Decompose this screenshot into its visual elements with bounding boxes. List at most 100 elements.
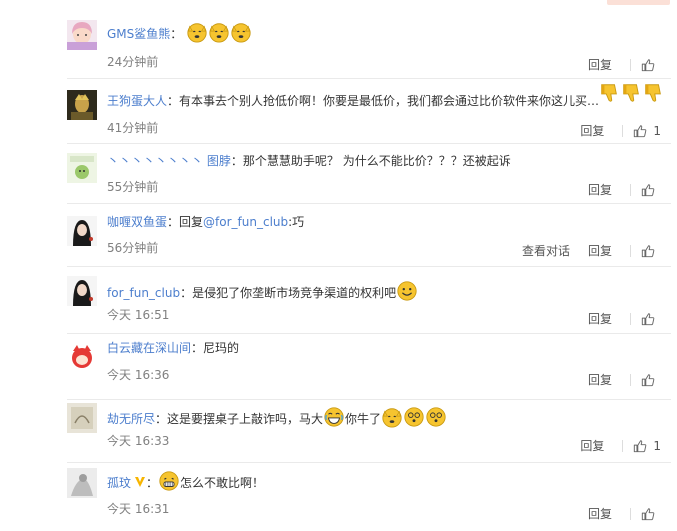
- comment-text: 这是要摆桌子上敲诈吗，马大: [167, 412, 324, 426]
- comment-item: 白云藏在深山间：尼玛的 今天 16:36 回复: [67, 333, 671, 400]
- colon: ：: [155, 412, 168, 426]
- comment-time: 56分钟前: [107, 241, 159, 255]
- username-prefix[interactable]: 丶丶丶丶丶丶丶丶: [107, 154, 203, 168]
- comment-actions: 回复: [588, 505, 661, 522]
- doge-emoji-icon: [208, 21, 230, 43]
- colon: ：: [167, 215, 180, 229]
- comment-text-line: for_fun_club：是侵犯了你垄断市场竞争渠道的权利吧: [107, 280, 418, 302]
- like-button[interactable]: [641, 58, 661, 72]
- comment-text: 那个慧慧助手呢？ 为什么不能比价？？？还被起诉: [242, 154, 511, 168]
- like-button[interactable]: 1: [633, 439, 661, 453]
- thumbs-up-icon: [633, 439, 647, 453]
- comment-actions: 回复: [588, 310, 661, 327]
- comment-time: 今天 16:31: [107, 502, 170, 516]
- thumbs-up-icon: [641, 507, 655, 521]
- username-link[interactable]: 咖喱双鱼蛋: [107, 215, 167, 229]
- like-button[interactable]: [641, 183, 661, 197]
- avatar[interactable]: [67, 20, 97, 50]
- divider: [630, 507, 631, 520]
- comment-text-after: 你牛了: [345, 412, 382, 426]
- thumbs-up-icon: [641, 58, 655, 72]
- thumbs-down-emoji-icon: [620, 82, 642, 104]
- comment-text: 回复: [179, 215, 204, 229]
- colon: ：: [170, 27, 183, 41]
- comment-item: 孤玟 ： 怎么不敢比啊！ 今天 16:31 回复: [67, 462, 671, 531]
- divider: [630, 244, 631, 257]
- username-link[interactable]: 劫无所尽: [107, 412, 155, 426]
- reply-link[interactable]: 回复: [588, 242, 612, 259]
- username-link[interactable]: 王狗蛋大人: [107, 94, 167, 108]
- like-button[interactable]: 1: [633, 124, 661, 138]
- colon: ：: [230, 154, 243, 168]
- comment-actions: 回复: [588, 56, 661, 73]
- laugh-cry-emoji-icon: [323, 406, 345, 428]
- divider: [630, 58, 631, 71]
- view-conversation-link[interactable]: 查看对话: [522, 242, 570, 259]
- username-link[interactable]: GMS鲨鱼熊: [107, 27, 170, 41]
- comment-item: GMS鲨鱼熊： 24分钟前 回复: [67, 8, 671, 79]
- avatar[interactable]: [67, 468, 97, 498]
- doge-emoji-icon: [381, 406, 403, 428]
- comment-actions: 回复 1: [580, 437, 661, 454]
- comment-text: 尼玛的: [203, 341, 240, 355]
- comment-text: 有本事去个别人抢低价啊！你要是最低价，我们都会通过比价软件来你这儿买…: [179, 94, 600, 108]
- avatar[interactable]: [67, 153, 97, 183]
- comment-item: for_fun_club：是侵犯了你垄断市场竞争渠道的权利吧 今天 16:51 …: [67, 266, 671, 334]
- avatar[interactable]: [67, 216, 97, 246]
- comment-text: 怎么不敢比啊！: [180, 476, 265, 490]
- reply-link[interactable]: 回复: [580, 122, 604, 139]
- avatar[interactable]: [67, 403, 97, 433]
- reply-link[interactable]: 回复: [580, 437, 604, 454]
- reply-link[interactable]: 回复: [588, 310, 612, 327]
- reply-link[interactable]: 回复: [588, 181, 612, 198]
- username-link[interactable]: for_fun_club: [107, 286, 180, 300]
- comment-time: 今天 16:36: [107, 368, 170, 382]
- like-button[interactable]: [641, 244, 661, 258]
- thumbs-up-icon: [633, 124, 647, 138]
- like-count: 1: [653, 123, 661, 138]
- comment-time: 41分钟前: [107, 121, 159, 135]
- top-corner-tab: [607, 0, 670, 5]
- comment-text-line: 白云藏在深山间：尼玛的: [107, 340, 239, 356]
- reply-link[interactable]: 回复: [588, 505, 612, 522]
- divider: [622, 124, 624, 137]
- comment-actions: 查看对话 回复: [522, 242, 661, 259]
- comment-actions: 回复 1: [580, 122, 661, 139]
- comment-text: 是侵犯了你垄断市场竞争渠道的权利吧: [192, 286, 397, 300]
- divider: [630, 183, 631, 196]
- colon: ：: [167, 94, 180, 108]
- thumbs-down-emoji-icon: [598, 82, 620, 104]
- comment-item: 王狗蛋大人：有本事去个别人抢低价啊！你要是最低价，我们都会通过比价软件来你这儿买…: [67, 78, 671, 144]
- like-button[interactable]: [641, 312, 661, 326]
- username-link[interactable]: 图脖: [207, 154, 231, 168]
- comment-item: 咖喱双鱼蛋：回复@for_fun_club:巧 56分钟前 查看对话 回复: [67, 203, 671, 267]
- dizzy-emoji-icon: [403, 406, 425, 428]
- colon: ：: [180, 286, 193, 300]
- comment-item: 丶丶丶丶丶丶丶丶 图脖：那个慧慧助手呢？ 为什么不能比价？？？还被起诉 55分钟…: [67, 143, 671, 204]
- like-button[interactable]: [641, 373, 661, 387]
- mention-link[interactable]: @for_fun_club: [203, 215, 288, 229]
- avatar[interactable]: [67, 276, 97, 306]
- thumbs-up-icon: [641, 373, 655, 387]
- comment-time: 55分钟前: [107, 180, 159, 194]
- comment-time: 24分钟前: [107, 55, 159, 69]
- avatar[interactable]: [67, 90, 97, 120]
- thumbs-up-icon: [641, 183, 655, 197]
- doge-emoji-icon: [186, 21, 208, 43]
- verified-v-icon: [134, 476, 146, 488]
- reply-link[interactable]: 回复: [588, 371, 612, 388]
- comment-item: 劫无所尽：这是要摆桌子上敲诈吗，马大 你牛了 今天 16:33 回复 1: [67, 399, 671, 463]
- comment-time: 今天 16:51: [107, 308, 170, 322]
- username-link[interactable]: 孤玟: [107, 476, 131, 490]
- thumbs-down-emoji-icon: [642, 82, 664, 104]
- comment-text-after: :巧: [288, 215, 305, 229]
- avatar[interactable]: [67, 342, 97, 372]
- comment-text-line: 王狗蛋大人：有本事去个别人抢低价啊！你要是最低价，我们都会通过比价软件来你这儿买…: [107, 93, 599, 109]
- comment-actions: 回复: [588, 371, 661, 388]
- thumbs-up-icon: [641, 312, 655, 326]
- thumbs-up-icon: [641, 244, 655, 258]
- username-link[interactable]: 白云藏在深山间: [107, 341, 191, 355]
- like-button[interactable]: [641, 507, 661, 521]
- comment-text-line: 丶丶丶丶丶丶丶丶 图脖：那个慧慧助手呢？ 为什么不能比价？？？还被起诉: [107, 153, 511, 169]
- reply-link[interactable]: 回复: [588, 56, 612, 73]
